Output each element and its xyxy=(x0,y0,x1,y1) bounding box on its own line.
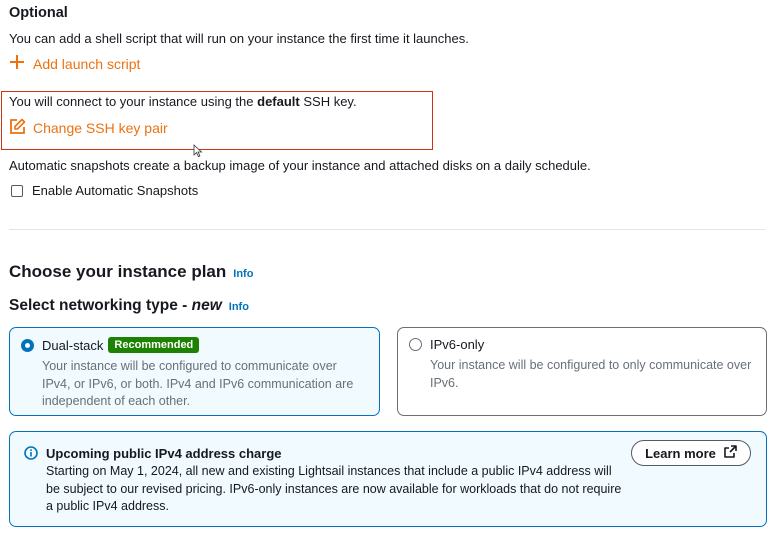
ipv6-only-label: IPv6-only xyxy=(430,337,485,352)
recommended-badge: Recommended xyxy=(108,337,200,353)
enable-snapshots-checkbox-row[interactable]: Enable Automatic Snapshots xyxy=(11,183,198,198)
add-launch-script-label: Add launch script xyxy=(33,55,141,72)
learn-more-button[interactable]: Learn more xyxy=(631,440,751,466)
alert-title: Upcoming public IPv4 address charge xyxy=(46,446,282,461)
ipv6-only-tile[interactable]: IPv6-only Your instance will be configur… xyxy=(397,327,767,416)
ssh-key-default: default xyxy=(257,94,300,109)
new-label: new xyxy=(191,297,222,314)
plus-icon xyxy=(9,54,25,73)
ssh-key-text: You will connect to your instance using … xyxy=(9,94,357,109)
change-ssh-key-pair-label: Change SSH key pair xyxy=(33,120,168,136)
instance-plan-heading: Choose your instance plan Info xyxy=(9,262,253,282)
dual-stack-radio[interactable] xyxy=(21,338,34,352)
enable-snapshots-label: Enable Automatic Snapshots xyxy=(32,183,199,198)
optional-heading: Optional xyxy=(9,5,68,21)
networking-type-heading: Select networking type - new Info xyxy=(9,297,249,315)
launch-script-description: You can add a shell script that will run… xyxy=(9,31,469,46)
networking-type-info-link[interactable]: Info xyxy=(229,301,249,313)
alert-body: Starting on May 1, 2024, all new and exi… xyxy=(46,464,622,513)
dual-stack-description: Your instance will be configured to comm… xyxy=(42,359,354,408)
add-launch-script-link[interactable]: Add launch script xyxy=(9,54,140,73)
dual-stack-label: Dual-stack xyxy=(42,337,104,353)
change-ssh-key-pair-link[interactable]: Change SSH key pair xyxy=(9,118,168,138)
snapshots-description: Automatic snapshots create a backup imag… xyxy=(9,158,591,173)
edit-icon xyxy=(9,118,26,138)
learn-more-label: Learn more xyxy=(645,445,716,461)
instance-plan-info-link[interactable]: Info xyxy=(233,268,253,280)
section-divider xyxy=(9,229,765,230)
enable-snapshots-checkbox[interactable] xyxy=(11,184,23,197)
ipv6-only-radio[interactable] xyxy=(409,338,422,351)
networking-type-title: Select networking type - new xyxy=(9,297,222,314)
instance-plan-title: Choose your instance plan xyxy=(9,262,227,281)
ipv4-charge-alert: Upcoming public IPv4 address charge Star… xyxy=(9,431,767,527)
dual-stack-tile[interactable]: Dual-stack Recommended Your instance wil… xyxy=(9,327,380,416)
info-circle-icon xyxy=(24,446,38,460)
ipv6-only-description: Your instance will be configured to only… xyxy=(430,358,752,390)
external-link-icon xyxy=(724,445,737,461)
